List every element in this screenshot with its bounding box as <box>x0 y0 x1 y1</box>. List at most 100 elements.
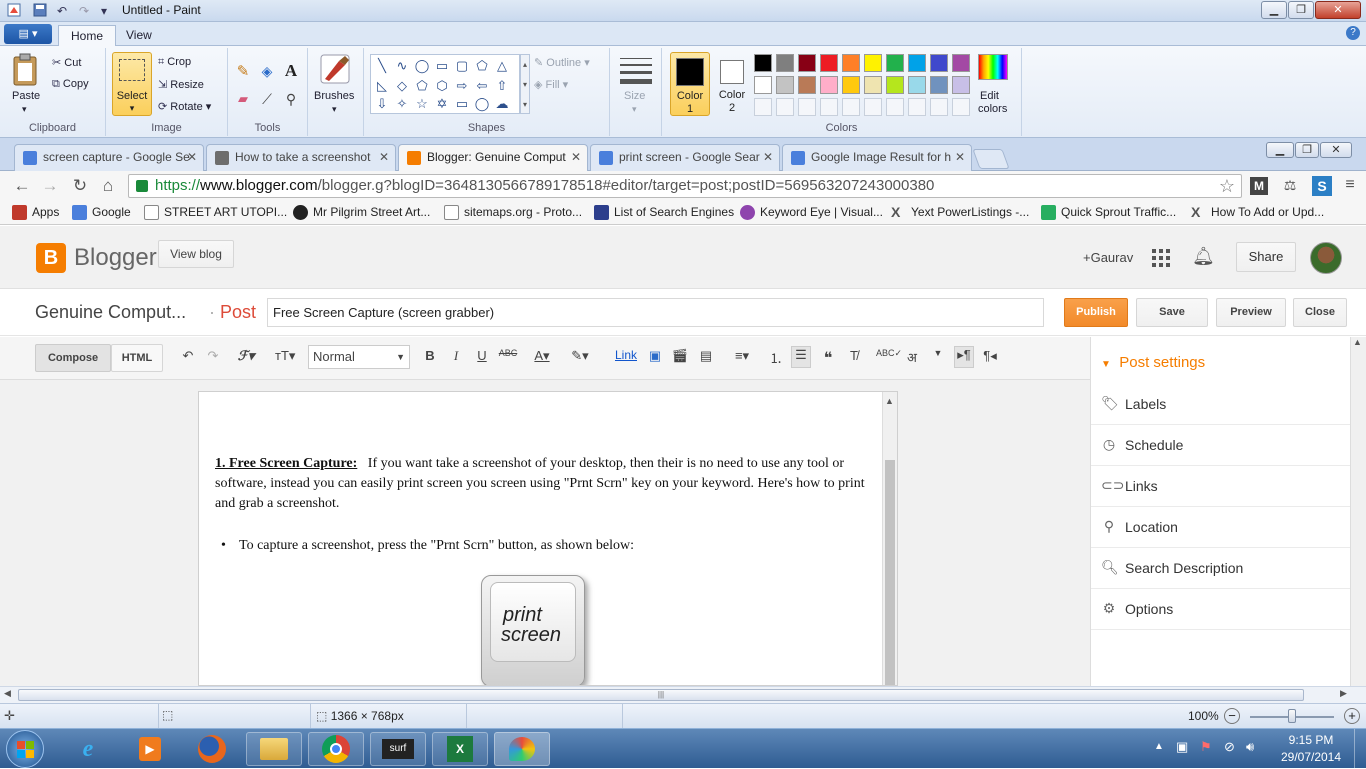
internet-explorer-icon[interactable]: e <box>60 732 116 766</box>
align-icon[interactable]: ≡▾ <box>732 348 752 364</box>
close-tab-icon[interactable]: ✕ <box>763 150 773 164</box>
settings-location[interactable]: ⚲ Location <box>1091 507 1351 548</box>
close-tab-icon[interactable]: ✕ <box>571 150 581 164</box>
color-picker-icon[interactable]: ⟋ <box>256 88 278 110</box>
apps-grid-icon[interactable] <box>1152 249 1170 267</box>
brushes-icon[interactable] <box>318 52 352 86</box>
browser-tab[interactable]: print screen - Google Sear ✕ <box>590 144 780 171</box>
paint-taskbar-icon[interactable] <box>494 732 550 766</box>
page-vertical-scrollbar[interactable]: ▲ <box>1350 337 1366 686</box>
palette-custom-slot[interactable] <box>842 98 860 116</box>
new-tab-button[interactable] <box>972 149 1010 169</box>
cut-button[interactable]: ✂ Cut <box>52 56 81 69</box>
color1-button[interactable]: Color 1 <box>670 52 710 116</box>
close-tab-icon[interactable]: ✕ <box>187 150 197 164</box>
excel-icon[interactable]: X <box>432 732 488 766</box>
forward-icon[interactable]: → <box>40 176 60 196</box>
six-point-star-shape-icon[interactable]: ✡ <box>433 95 451 112</box>
callout-oval-shape-icon[interactable]: ◯ <box>473 95 491 112</box>
minimize-button[interactable]: ▁ <box>1261 1 1287 19</box>
home-icon[interactable]: ⌂ <box>98 176 118 196</box>
right-triangle-shape-icon[interactable]: ◺ <box>373 77 391 94</box>
settings-search-description[interactable]: 🔍︎ Search Description <box>1091 548 1351 589</box>
palette-color-swatch[interactable] <box>754 76 772 94</box>
maximize-button[interactable]: ❐ <box>1288 1 1314 19</box>
down-arrow-shape-icon[interactable]: ⇩ <box>373 95 391 112</box>
palette-color-swatch[interactable] <box>864 76 882 94</box>
settings-options[interactable]: ⚙ Options <box>1091 589 1351 630</box>
callout-rect-shape-icon[interactable]: ▭ <box>453 95 471 112</box>
html-mode-button[interactable]: HTML <box>111 344 163 372</box>
browser-tab[interactable]: How to take a screenshot ✕ <box>206 144 396 171</box>
scroll-left-icon[interactable]: ◀ <box>4 688 11 699</box>
palette-color-swatch[interactable] <box>908 76 926 94</box>
palette-custom-slot[interactable] <box>820 98 838 116</box>
scroll-thumb[interactable] <box>885 460 895 685</box>
text-tool-icon[interactable]: A <box>280 60 302 82</box>
zoom-out-icon[interactable]: − <box>1224 708 1240 724</box>
palette-color-swatch[interactable] <box>798 76 816 94</box>
bookmark-search-engines[interactable]: List of Search Engines <box>594 205 734 220</box>
bookmark-how-to-add[interactable]: X How To Add or Upd... <box>1191 205 1324 220</box>
strikethrough-icon[interactable]: ABC <box>498 348 518 358</box>
palette-color-swatch[interactable] <box>798 54 816 72</box>
save-button[interactable]: Save <box>1136 298 1208 327</box>
settings-labels[interactable]: 🏷︎ Labels <box>1091 384 1351 425</box>
palette-color-swatch[interactable] <box>930 54 948 72</box>
bookmark-apps[interactable]: Apps <box>12 205 59 220</box>
show-hidden-icons[interactable]: ▲ <box>1154 741 1164 752</box>
chrome-menu-icon[interactable]: ≡ <box>1342 176 1358 196</box>
shapes-gallery[interactable]: ╲ ∿ ◯ ▭ ▢ ⬠ △ ◺ ◇ ⬠ ⬡ ⇨ ⇦ ⇧ ⇩ ✧ ☆ ✡ ▭ ◯ … <box>370 54 520 114</box>
palette-color-swatch[interactable] <box>776 76 794 94</box>
palette-custom-slot[interactable] <box>864 98 882 116</box>
undo-icon[interactable]: ↶ <box>178 348 198 364</box>
close-tab-icon[interactable]: ✕ <box>955 150 965 164</box>
hexagon-shape-icon[interactable]: ⬡ <box>433 77 451 94</box>
close-button[interactable]: Close <box>1293 298 1347 327</box>
browser-tab[interactable]: screen capture - Google Se ✕ <box>14 144 204 171</box>
post-settings-header[interactable]: ▼ Post settings <box>1101 354 1205 371</box>
user-name-link[interactable]: +Gaurav <box>1083 250 1133 265</box>
input-tools-button[interactable]: अ <box>902 348 922 366</box>
zoom-in-icon[interactable]: + <box>1344 708 1360 724</box>
tray-device-icon[interactable]: ▣ <box>1176 739 1188 755</box>
tray-volume-icon[interactable]: 🔊︎ <box>1246 739 1254 755</box>
left-arrow-shape-icon[interactable]: ⇦ <box>473 77 491 94</box>
palette-custom-slot[interactable] <box>754 98 772 116</box>
close-window-button[interactable]: ✕ <box>1315 1 1361 19</box>
browser-tab[interactable]: Google Image Result for h ✕ <box>782 144 972 171</box>
show-desktop-button[interactable] <box>1354 729 1366 769</box>
bookmark-yext[interactable]: X Yext PowerListings -... <box>891 205 1029 220</box>
rectangle-shape-icon[interactable]: ▭ <box>433 57 451 74</box>
palette-custom-slot[interactable] <box>930 98 948 116</box>
palette-color-swatch[interactable] <box>820 54 838 72</box>
print-screen-key-image[interactable]: print screen <box>481 575 585 685</box>
scroll-up-icon[interactable]: ▲ <box>1353 337 1362 347</box>
surf-app-icon[interactable]: surf <box>370 732 426 766</box>
oval-shape-icon[interactable]: ◯ <box>413 57 431 74</box>
edit-colors-line1[interactable]: Edit <box>980 90 999 102</box>
bookmark-google[interactable]: Google <box>72 205 131 220</box>
size-icon[interactable] <box>620 58 652 84</box>
redo-icon[interactable]: ↷ <box>203 348 223 364</box>
scroll-up-icon[interactable]: ▲ <box>885 396 894 406</box>
input-tools-dropdown-icon[interactable]: ▼ <box>928 348 948 358</box>
rtl-direction-icon[interactable]: ¶◂ <box>980 348 1000 364</box>
brushes-button[interactable]: Brushes <box>314 90 354 102</box>
palette-color-swatch[interactable] <box>930 76 948 94</box>
font-size-icon[interactable]: тT▾ <box>275 348 295 364</box>
up-arrow-shape-icon[interactable]: ⇧ <box>493 77 511 94</box>
right-arrow-shape-icon[interactable]: ⇨ <box>453 77 471 94</box>
close-tab-icon[interactable]: ✕ <box>379 150 389 164</box>
palette-color-swatch[interactable] <box>908 54 926 72</box>
italic-icon[interactable]: I <box>446 348 466 364</box>
palette-color-swatch[interactable] <box>820 76 838 94</box>
undo-icon[interactable]: ↶ <box>54 3 70 19</box>
fill-bucket-icon[interactable]: ◈ <box>256 60 278 82</box>
share-button[interactable]: Share <box>1236 242 1296 272</box>
bookmark-mr-pilgrim[interactable]: Mr Pilgrim Street Art... <box>293 205 430 220</box>
tray-flag-icon[interactable]: ⚑ <box>1200 739 1212 755</box>
paste-icon[interactable] <box>10 52 42 88</box>
paint-horizontal-scrollbar[interactable]: ◀ ||| ▶ <box>0 686 1366 703</box>
insert-video-icon[interactable]: 🎬︎ <box>670 348 690 364</box>
